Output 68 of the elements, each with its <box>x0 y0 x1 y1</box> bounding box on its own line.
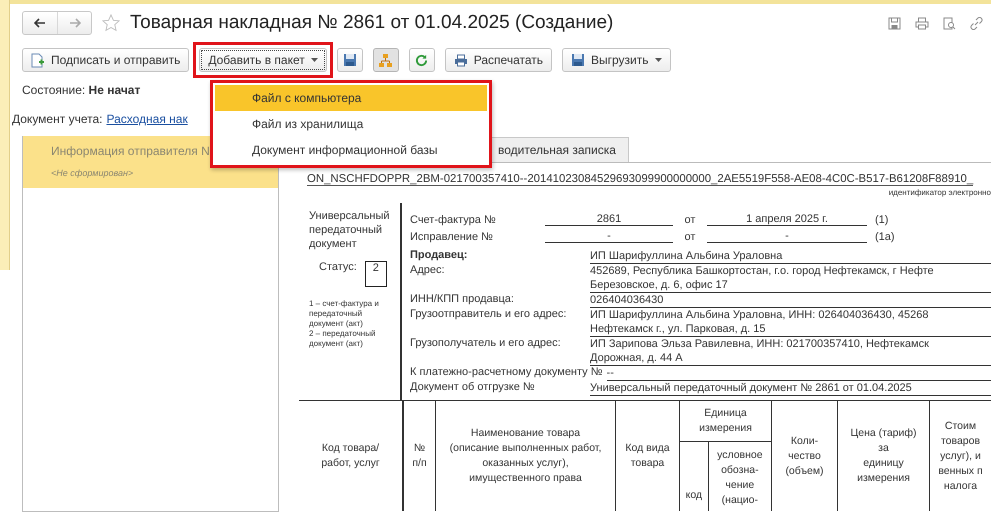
identifier-caption: идентификатор электронно <box>888 187 991 197</box>
document-type: Универсальный передаточный документ <box>309 209 391 251</box>
sender-status: <Не сформирован> <box>51 168 134 178</box>
column-header: Наименование товара (описание выполненных работ, оказанных услуг), имущественного права <box>435 401 615 511</box>
field-value: 026404036430 <box>590 293 991 308</box>
column-header: № п/п <box>402 401 435 511</box>
field-value: -- <box>606 366 991 381</box>
status-value: 2 <box>364 261 387 287</box>
column-header: условное обозна- чение (нацио- <box>708 442 771 511</box>
field-label: ИНН/КПП продавца: <box>410 293 515 307</box>
field-label: Продавец: <box>410 249 468 263</box>
column-header: Коли- чество (объем) <box>771 401 837 511</box>
date-value: - <box>707 230 867 243</box>
export-button[interactable]: Выгрузить <box>562 48 670 72</box>
status-note: 2 – передаточный документ (акт) <box>309 329 376 349</box>
caret-icon <box>310 58 318 62</box>
column-header: Код товара/ работ, услуг <box>320 441 381 471</box>
file-identifier: ON_NSCHFDOPPR_2BM-021700357410--20141023084529693099900000000_2AE5519F558-AE08-4C0C-B517-B61208F88910_ <box>307 173 974 186</box>
refresh-icon <box>415 54 428 66</box>
star-icon[interactable] <box>102 14 120 32</box>
field-value: ИП Шарифуллина Альбина Ураловна, ИНН: 026404036430, 45268 Нефтекамск г., ул. Парковая, д. 15 <box>590 308 991 337</box>
number-value: - <box>545 230 673 243</box>
line-reference: (1а) <box>874 231 895 243</box>
save-button[interactable] <box>336 48 363 72</box>
number-value: 2861 <box>545 213 673 226</box>
column-header: Цена (тариф) за единицу измерения <box>837 401 929 511</box>
field-value: ИП Зарипова Эльза Равилевна, ИНН: 021700357410, Нефтекамск Дорожная, д. 44 А <box>590 337 991 366</box>
field-label: К платежно-расчетному документу № <box>410 366 604 380</box>
add-to-package-button[interactable]: Добавить в пакет <box>199 48 327 72</box>
status-note: 1 – счет-фактура и передаточный документ (акт) <box>309 299 380 329</box>
link-icon[interactable] <box>970 16 983 30</box>
document-label: Документ учета: <box>12 112 102 126</box>
hierarchy-icon <box>378 52 394 68</box>
field-label: Адрес: <box>410 264 446 278</box>
from-label: от <box>684 214 696 226</box>
print-button[interactable]: Распечатать <box>444 48 552 72</box>
field-label: Документ об отгрузке № <box>410 381 536 395</box>
column-header: Код вида товара <box>615 401 679 511</box>
line-reference: (1) <box>874 214 888 226</box>
window-title: Товарная накладная № 2861 от 01.04.2025 (Создание) <box>130 12 614 34</box>
printer-icon <box>454 54 468 66</box>
status-label: Статус: <box>319 261 357 273</box>
preview-icon[interactable] <box>943 16 956 30</box>
back-arrow-icon <box>34 18 46 28</box>
sign-and-send-button[interactable]: Подписать и отправить <box>22 48 190 72</box>
state-text: Состояние: Не начат <box>22 83 140 97</box>
column-header: Стоим товаров услуг), и венных п налога <box>929 401 991 511</box>
field-label: Грузополучатель и его адрес: <box>410 337 562 351</box>
document-plus-icon <box>31 52 45 68</box>
structure-button[interactable] <box>372 48 399 72</box>
from-label: от <box>684 231 696 243</box>
print-icon[interactable] <box>915 16 929 30</box>
number-label: Исправление № <box>410 231 494 243</box>
field-value: ИП Шарифуллина Альбина Ураловна <box>590 249 991 264</box>
save-icon[interactable] <box>888 16 901 30</box>
menu-item[interactable]: Файл из хранилища <box>215 111 487 137</box>
caret-icon <box>654 58 662 62</box>
number-label: Счет-фактура № <box>410 214 497 226</box>
field-value: Универсальный передаточный документ № 2861 от 01.04.2025 <box>590 381 991 396</box>
column-header: код <box>684 488 704 503</box>
forward-arrow-icon <box>68 18 80 28</box>
date-value: 1 апреля 2025 г. <box>707 213 867 226</box>
field-label: Грузоотправитель и его адрес: <box>410 308 568 322</box>
refresh-button[interactable] <box>408 48 435 72</box>
menu-item[interactable]: Файл с компьютера <box>215 85 487 111</box>
field-value: 452689, Республика Башкортостан, г.о. город Нефтекамск, г Нефте Березовское, д. 6, офис 17 <box>590 264 991 293</box>
column-group-header: Единица измерения <box>680 401 771 442</box>
document-link[interactable]: Расходная нак <box>106 112 188 126</box>
